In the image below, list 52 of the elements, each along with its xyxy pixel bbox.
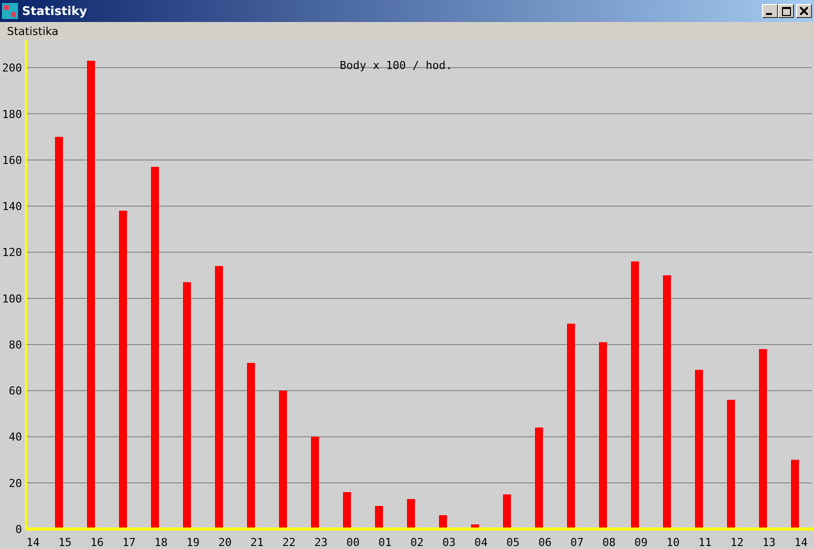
x-tick-label: 00: [346, 536, 360, 549]
x-tick-label: 22: [282, 536, 296, 549]
x-tick-label: 01: [378, 536, 392, 549]
bar: [791, 460, 799, 529]
y-tick-label: 80: [8, 338, 22, 352]
maximize-button[interactable]: [778, 4, 794, 18]
bar: [375, 506, 383, 529]
x-tick-label: 03: [442, 536, 456, 549]
x-tick-label: 17: [122, 536, 136, 549]
x-tick-label: 08: [602, 536, 616, 549]
menu-item[interactable]: Statistika: [2, 24, 64, 38]
x-tick-label: 05: [506, 536, 520, 549]
x-tick-label: 23: [314, 536, 328, 549]
minimize-button[interactable]: [762, 4, 778, 18]
x-tick-label: 15: [58, 536, 72, 549]
app-icon: [2, 3, 18, 19]
bar: [343, 492, 351, 529]
chart-title: Body x 100 / hod.: [340, 59, 452, 72]
x-tick-label: 12: [730, 536, 744, 549]
x-tick-label: 16: [90, 536, 104, 549]
x-tick-label: 13: [762, 536, 776, 549]
bar: [439, 515, 447, 529]
y-tick-label: 40: [8, 430, 22, 444]
x-tick-label: 14: [26, 536, 40, 549]
close-button[interactable]: [796, 4, 812, 18]
x-tick-label: 09: [634, 536, 648, 549]
window-title: Statistiky: [22, 4, 88, 18]
bar: [503, 494, 511, 529]
x-tick-label: 18: [154, 536, 168, 549]
y-tick-label: 140: [2, 200, 22, 214]
x-tick-label: 10: [666, 536, 680, 549]
x-tick-label: 04: [474, 536, 488, 549]
x-tick-label: 07: [570, 536, 584, 549]
bar: [407, 499, 415, 529]
x-tick-label: 11: [698, 536, 712, 549]
x-tick-label: 19: [186, 536, 200, 549]
close-icon: [800, 7, 808, 15]
y-tick-label: 120: [2, 246, 22, 260]
x-tick-label: 20: [218, 536, 232, 549]
y-tick-label: 160: [2, 154, 22, 167]
x-tick-label: 21: [250, 536, 264, 549]
y-tick-label: 20: [8, 476, 22, 490]
y-tick-label: 180: [2, 108, 22, 121]
x-tick-label: 02: [410, 536, 424, 549]
maximize-icon: [782, 6, 790, 16]
x-tick-label: 06: [538, 536, 552, 549]
y-tick-label: 100: [2, 292, 22, 306]
x-tick-label: 14: [794, 536, 808, 549]
y-tick-label: 0: [15, 523, 22, 536]
y-tick-label: 200: [2, 62, 22, 75]
bar: [471, 524, 479, 529]
y-tick-label: 60: [8, 384, 22, 398]
